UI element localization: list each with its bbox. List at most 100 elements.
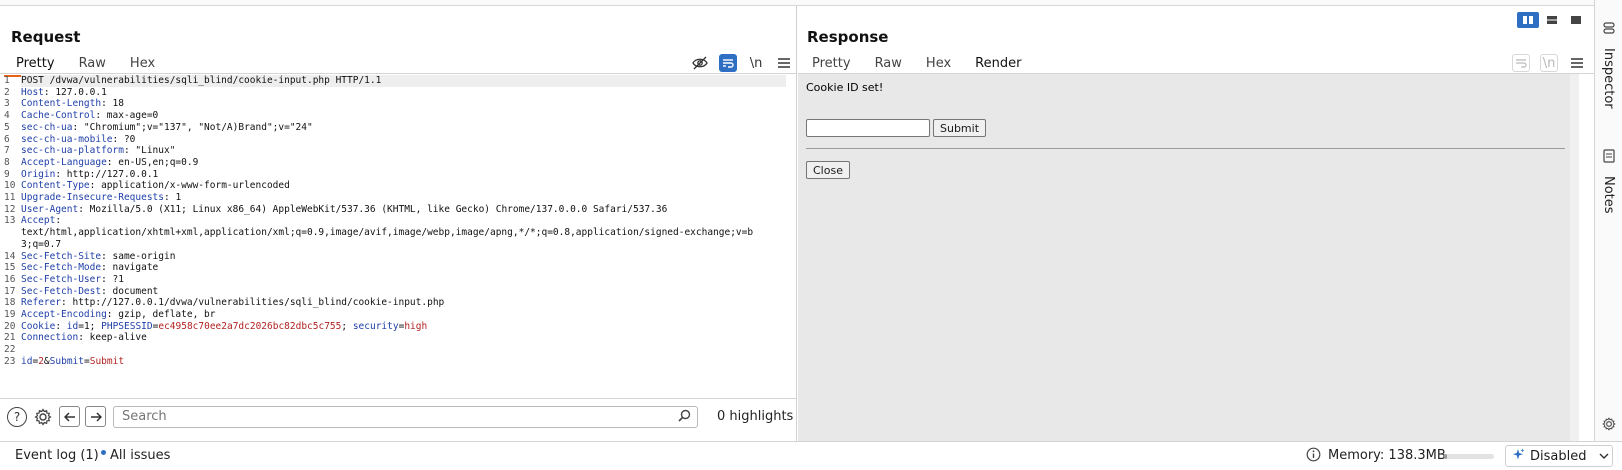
search-icon[interactable] (678, 409, 691, 426)
editor-line[interactable]: 11 Upgrade-Insecure-Requests: 1 (3, 192, 786, 204)
event-log-label: Event log (1) (15, 448, 99, 463)
editor-line[interactable]: 17 Sec-Fetch-Dest: document (3, 286, 786, 298)
editor-line[interactable]: 7 sec-ch-ua-platform: "Linux" (3, 145, 786, 157)
header-key: id (66, 320, 79, 332)
header-key: Accept (21, 215, 56, 227)
render-scrollbar[interactable] (1570, 74, 1579, 441)
line-number: 13 (4, 215, 16, 227)
header-key: Content-Length (21, 98, 102, 110)
help-icon[interactable]: ? (7, 406, 27, 427)
header-key: Sec-Fetch-Dest (21, 285, 102, 297)
code-text: ; (341, 320, 353, 332)
editor-line[interactable]: 5 sec-ch-ua: "Chromium";v="137", "Not/A)B… (3, 122, 786, 134)
code-text: : Mozilla/5.0 (X11; Linux x86_64) AppleW… (78, 203, 668, 215)
line-code: sec-ch-ua-mobile: ?0 (21, 134, 786, 146)
editor-line[interactable]: 8 Accept-Language: en-US,en;q=0.9 (3, 157, 786, 169)
line-code: sec-ch-ua: "Chromium";v="137", "Not/A)Br… (21, 122, 786, 134)
editor-line[interactable]: 3 Content-Length: 18 (3, 98, 786, 110)
editor-line[interactable]: 12 User-Agent: Mozilla/5.0 (X11; Linux x8… (3, 204, 786, 216)
line-code: Upgrade-Insecure-Requests: 1 (21, 192, 786, 204)
notes-icon[interactable] (1601, 148, 1617, 164)
editor-line[interactable]: 10 Content-Type: application/x-www-form-u… (3, 180, 786, 192)
sidebar-inspector[interactable]: Inspector (1601, 48, 1616, 109)
code-text: =1; (78, 320, 102, 332)
editor-line[interactable]: 21 Connection: keep-alive (3, 332, 786, 344)
line-number: 6 (4, 133, 10, 145)
line-number: 14 (4, 250, 16, 262)
ai-state-label: Disabled (1530, 448, 1587, 464)
editor-line[interactable]: 18 Referer: http://127.0.0.1/dvwa/vulnera… (3, 297, 786, 309)
render-submit-button[interactable]: Submit (933, 119, 987, 137)
code-text: : "Linux" (123, 145, 176, 157)
line-code: Content-Length: 18 (21, 98, 786, 110)
editor-line[interactable]: 4 Cache-Control: max-age=0 (3, 110, 786, 122)
editor-line[interactable]: 20 Cookie: id=1; PHPSESSID=ec4958c70ee2a7… (3, 321, 786, 333)
editor-line[interactable]: text/html,application/xhtml+xml,applicat… (3, 227, 786, 239)
line-number: 5 (4, 121, 10, 133)
editor-line[interactable]: 1 POST /dvwa/vulnerabilities/sqli_blind/c… (3, 75, 786, 87)
line-number: 12 (4, 203, 16, 215)
editor-line[interactable]: 14 Sec-Fetch-Site: same-origin (3, 251, 786, 263)
editor-line[interactable]: 16 Sec-Fetch-User: ?1 (3, 274, 786, 286)
render-close-button[interactable]: Close (806, 161, 850, 179)
hide-icon[interactable] (691, 54, 709, 72)
back-arrow-icon[interactable] (59, 406, 80, 427)
header-key: Cache-Control (21, 110, 96, 122)
line-number: 4 (4, 110, 10, 122)
response-toolbar: \n (1512, 54, 1586, 72)
settings-icon[interactable] (32, 406, 54, 428)
code-text: : "Chromium";v="137", "Not/A)Brand";v="2… (72, 121, 313, 133)
line-number: 10 (4, 180, 16, 192)
line-code: Referer: http://127.0.0.1/dvwa/vulnerabi… (21, 297, 786, 309)
line-code: User-Agent: Mozilla/5.0 (X11; Linux x86_… (21, 204, 786, 216)
sidebar-notes[interactable]: Notes (1601, 176, 1616, 214)
header-key: id (21, 355, 33, 367)
menu-icon[interactable] (775, 54, 793, 72)
editor-line[interactable]: 2 Host: 127.0.0.1 (3, 87, 786, 99)
settings-icon[interactable] (1601, 416, 1617, 432)
editor-line[interactable]: 15 Sec-Fetch-Mode: navigate (3, 262, 786, 274)
search-input[interactable] (122, 409, 662, 424)
header-key: sec-ch-ua (21, 121, 73, 133)
newline-icon[interactable]: \n (747, 54, 765, 72)
header-key: Connection (21, 332, 79, 344)
line-number: 1 (4, 75, 10, 86)
newline-icon[interactable]: \n (1540, 54, 1558, 72)
info-icon[interactable] (1306, 447, 1321, 466)
menu-icon[interactable] (1568, 54, 1586, 72)
event-log-button[interactable]: Event log (1) (15, 448, 106, 463)
line-number: 19 (4, 309, 16, 321)
editor-line[interactable]: 13 Accept: (3, 215, 786, 227)
wrap-icon[interactable] (719, 54, 737, 72)
wrap-icon[interactable] (1512, 54, 1530, 72)
request-tab-divider (0, 73, 796, 74)
editor-line[interactable]: 9 Origin: http://127.0.0.1 (3, 169, 786, 181)
editor-line[interactable]: 23 id=2&Submit=Submit (3, 356, 786, 368)
editor-line[interactable]: 3;q=0.7 (3, 239, 786, 251)
code-text: : (55, 320, 67, 332)
search-field[interactable] (113, 405, 698, 428)
unread-dot (100, 450, 106, 455)
line-code: Host: 127.0.0.1 (21, 87, 786, 99)
render-cookie-input[interactable] (806, 119, 930, 137)
header-key: Content-Type (21, 180, 90, 192)
editor-line[interactable]: 6 sec-ch-ua-mobile: ?0 (3, 134, 786, 146)
editor-line[interactable]: 19 Accept-Encoding: gzip, deflate, br (3, 309, 786, 321)
layout-horizontal-icon[interactable] (1541, 12, 1563, 28)
ai-toggle-dropdown[interactable]: Disabled (1505, 445, 1613, 467)
editor-line[interactable]: 22 (3, 344, 786, 356)
code-text: : en-US,en;q=0.9 (106, 156, 199, 168)
layout-split-icon[interactable] (1517, 12, 1539, 28)
line-code: Accept-Encoding: gzip, deflate, br (21, 309, 786, 321)
layout-single-icon[interactable] (1565, 12, 1587, 28)
forward-arrow-icon[interactable] (85, 406, 106, 427)
code-text: : ?1 (101, 273, 124, 285)
line-code: Cache-Control: max-age=0 (21, 110, 786, 122)
code-text: : 127.0.0.1 (43, 86, 107, 98)
all-issues-button[interactable]: All issues (110, 448, 170, 463)
line-number: 9 (4, 168, 10, 180)
request-editor[interactable]: 1 POST /dvwa/vulnerabilities/sqli_blind/c… (3, 75, 786, 400)
line-number: 8 (4, 156, 10, 168)
inspector-icon[interactable] (1601, 20, 1617, 36)
